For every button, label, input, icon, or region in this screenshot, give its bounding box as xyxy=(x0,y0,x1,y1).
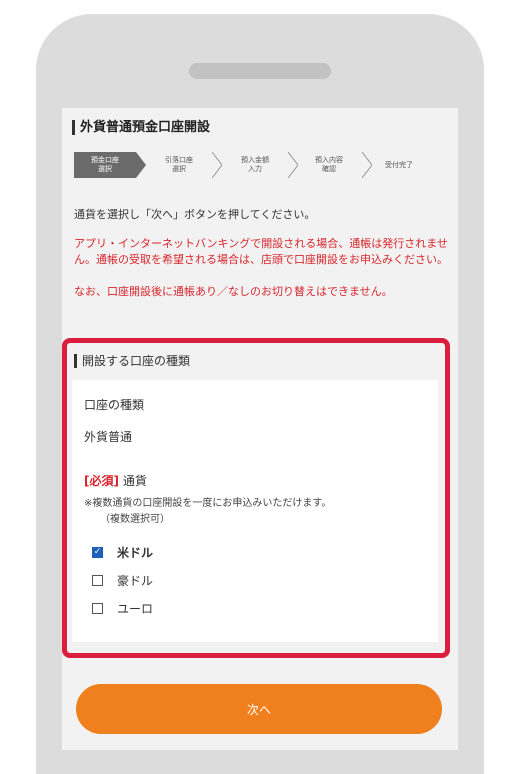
notice-text: アプリ・インターネットバンキングで開設される場合、通帳は発行されません。通帳の受… xyxy=(74,237,448,266)
step-3: 預入金額 入力 xyxy=(241,156,269,173)
step-1: 預金口座 選択 xyxy=(74,152,136,178)
step-arrow-icon xyxy=(136,152,146,178)
page-title: 外貨普通預金口座開設 xyxy=(72,120,210,135)
instruction-text: 通貨を選択し「次へ」ボタンを押してください。 xyxy=(74,208,316,221)
step-5: 受付完了 xyxy=(385,160,413,169)
phone-screen: 外貨普通預金口座開設 預金口座 選択 引落口座 選択 預入金額 入力 預入内容 … xyxy=(62,108,458,750)
highlight-frame xyxy=(62,338,450,658)
step-2: 引落口座 選択 xyxy=(165,156,193,173)
step-indicator: 預金口座 選択 引落口座 選択 預入金額 入力 預入内容 確認 受付完了 xyxy=(74,152,426,178)
step-arrow-icon xyxy=(288,152,298,178)
next-button[interactable]: 次へ xyxy=(76,684,442,734)
phone-speaker xyxy=(189,63,331,79)
notice-text-2: なお、口座開設後に通帳あり／なしのお切り替えはできません。 xyxy=(74,285,393,298)
step-arrow-icon xyxy=(362,152,372,178)
step-4: 預入内容 確認 xyxy=(315,156,343,173)
step-arrow-icon xyxy=(212,152,222,178)
